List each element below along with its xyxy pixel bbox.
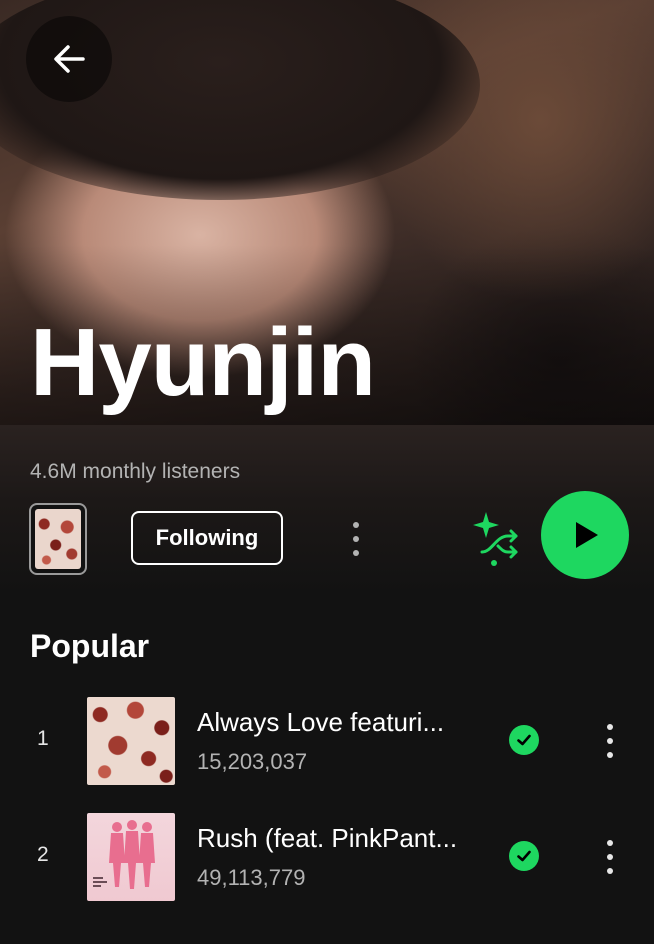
cover-figures <box>93 820 155 889</box>
check-circle-icon <box>517 734 531 746</box>
saved-check-button[interactable] <box>509 841 539 871</box>
arrow-left-icon <box>54 45 85 73</box>
track-title: Always Love featuri... <box>197 707 445 737</box>
track-cover-art <box>87 813 175 901</box>
track-rank: 2 <box>37 843 49 866</box>
artist-more-button[interactable] <box>346 517 366 561</box>
smart-shuffle-icon <box>473 512 518 566</box>
track-cover-art <box>87 697 175 785</box>
following-button[interactable]: Following <box>131 511 283 565</box>
play-button[interactable] <box>541 491 629 579</box>
track-more-button[interactable] <box>600 835 620 879</box>
play-icon <box>576 522 598 548</box>
track-play-count: 49,113,779 <box>197 865 306 890</box>
back-button[interactable] <box>26 16 112 102</box>
track-row[interactable]: 2 Rush (feat. PinkPant... 49,113,779 <box>0 813 654 903</box>
saved-check-button[interactable] <box>509 725 539 755</box>
monthly-listeners: 4.6M monthly listeners <box>30 460 241 483</box>
check-circle-icon <box>517 850 531 862</box>
artist-name: Hyunjin <box>30 309 376 416</box>
track-play-count: 15,203,037 <box>197 749 308 774</box>
track-title: Rush (feat. PinkPant... <box>197 823 458 853</box>
artist-pick-art <box>35 509 81 569</box>
popular-heading: Popular <box>30 628 150 664</box>
track-row[interactable]: 1 Always Love featuri... 15,203,037 <box>0 697 654 787</box>
track-more-button[interactable] <box>600 719 620 763</box>
artist-pick-thumbnail[interactable] <box>29 503 87 575</box>
track-rank: 1 <box>37 727 49 750</box>
smart-shuffle-button[interactable] <box>468 510 522 568</box>
